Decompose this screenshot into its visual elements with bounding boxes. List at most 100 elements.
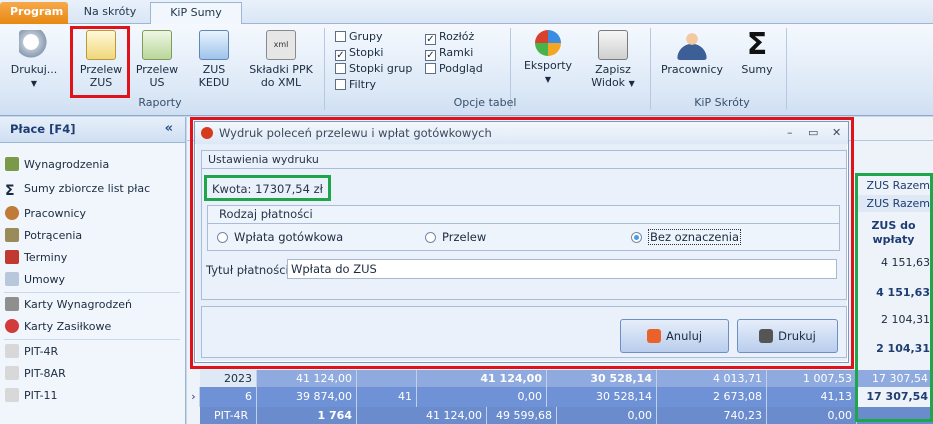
zus-kedu-label-1: ZUS <box>202 63 226 76</box>
grid-cell: 41,13 <box>767 387 857 407</box>
employee-icon <box>5 206 19 220</box>
employees-icon <box>677 30 707 60</box>
grid-cell: 41 124,00 <box>357 387 417 423</box>
skladki-ppk-button[interactable]: xml Składki PPK do XML <box>247 28 315 89</box>
zus-kedu-label-2: KEDU <box>198 76 230 89</box>
checkbox-ramki[interactable]: ✓ Ramki <box>425 46 473 61</box>
nav-pracownicy[interactable]: Pracownicy <box>5 206 86 222</box>
grid-cell: 1 007,53 <box>767 370 857 387</box>
document-icon <box>5 366 19 380</box>
print-label: Drukuj... <box>10 63 58 76</box>
nav-divider <box>4 339 180 340</box>
sumy-button[interactable]: Σ Sumy <box>736 27 778 77</box>
ribbon-separator <box>324 28 325 110</box>
eksporty-button[interactable]: Eksporty ▼ <box>520 28 576 86</box>
nav-label: Umowy <box>24 273 66 286</box>
highlight-przelew-zus <box>70 26 130 98</box>
checkbox-label: Podgląd <box>439 62 483 75</box>
checkbox-label: Filtry <box>349 78 376 91</box>
grid-cell: 30 528,14 <box>547 370 657 387</box>
nav-terminy[interactable]: Terminy <box>5 250 67 266</box>
nav-sumy-zbiorcze[interactable]: Σ Sumy zbiorcze list płac <box>5 181 150 198</box>
collapse-icon[interactable]: « <box>165 117 173 141</box>
checkbox-stopki-grup[interactable]: Stopki grup <box>335 62 412 77</box>
grid-cell: 0,00 <box>417 387 547 407</box>
zapisz-label-1: Zapisz <box>595 63 631 76</box>
tab-na-skroty[interactable]: Na skróty <box>73 2 147 24</box>
wages-icon <box>5 157 19 171</box>
grid-cell: 39 874,00 <box>257 387 357 407</box>
eksporty-label: Eksporty <box>523 59 573 72</box>
benefit-card-icon <box>5 319 19 333</box>
contract-icon <box>5 272 19 286</box>
grid-cell: 740,23 <box>657 407 767 424</box>
table-row[interactable]: › 6 39 874,00 41 124,00 0,00 30 528,14 2… <box>188 387 933 423</box>
zapisz-widok-button[interactable]: Zapisz Widok ▼ <box>586 28 640 90</box>
grid-cell: PIT-4R <box>200 407 257 424</box>
checkbox-rozloz[interactable]: ✓ Rozłóż <box>425 30 474 45</box>
ribbon-separator <box>786 28 787 110</box>
tab-program[interactable]: Program <box>0 2 68 24</box>
przelew-us-label-1: Przelew <box>135 63 179 76</box>
xml-icon: xml <box>266 30 296 60</box>
nav-umowy[interactable]: Umowy <box>5 272 65 288</box>
grid-cell: 41 124,00 <box>357 407 487 424</box>
checkbox-label: Grupy <box>349 30 383 43</box>
calculator-icon <box>199 30 229 60</box>
us-transfer-icon <box>142 30 172 60</box>
checkmark-icon: ✓ <box>425 50 436 61</box>
checkbox-podglad[interactable]: Podgląd <box>425 62 483 77</box>
zus-kedu-button[interactable]: ZUS KEDU <box>192 28 236 89</box>
document-icon <box>5 388 19 402</box>
nav-potracenia[interactable]: Potrącenia <box>5 228 82 244</box>
ppk-label-1: Składki PPK <box>249 63 313 76</box>
nav-karty-wynagrodzen[interactable]: Karty Wynagrodzeń <box>5 297 132 313</box>
nav-label: PIT-8AR <box>24 367 66 380</box>
calendar-icon <box>5 250 19 264</box>
checkbox-box <box>335 31 346 42</box>
checkbox-box <box>335 63 346 74</box>
nav-karty-zasilkowe[interactable]: Karty Zasiłkowe <box>5 319 111 335</box>
group-label-opcje-tabel: Opcje tabel <box>453 96 517 109</box>
document-icon <box>5 344 19 358</box>
nav-label: Wynagrodzenia <box>24 158 110 171</box>
grid-cell: 41 124,00 <box>417 370 547 387</box>
nav-pit-11[interactable]: PIT-11 <box>5 388 58 404</box>
ribbon: Drukuj... ▼ Przelew ZUS Przelew US ZUS K… <box>0 24 933 116</box>
sumy-label: Sumy <box>741 63 773 76</box>
nav-divider <box>4 292 180 293</box>
tab-kip-sumy-list[interactable]: KiP Sumy List <box>150 2 242 39</box>
checkbox-label: Stopki grup <box>349 62 413 75</box>
checkbox-filtry[interactable]: Filtry <box>335 78 376 93</box>
grid-cell: 4 013,71 <box>657 370 767 387</box>
deductions-icon <box>5 228 19 242</box>
dropdown-icon: ▼ <box>544 75 552 84</box>
grid-cell: 30 528,14 <box>547 387 657 407</box>
checkbox-label: Ramki <box>439 46 474 59</box>
sigma-icon: Σ <box>746 27 768 62</box>
grid-cell: 2 673,08 <box>657 387 767 407</box>
table-row[interactable]: 2023 41 124,00 41 124,00 30 528,14 4 013… <box>200 370 933 387</box>
zapisz-label-2: Widok <box>591 76 626 89</box>
grid-cell: 1 764 <box>257 407 357 424</box>
print-button[interactable]: Drukuj... ▼ <box>8 28 60 90</box>
checkbox-stopki[interactable]: ✓ Stopki <box>335 46 383 61</box>
nav-wynagrodzenia[interactable]: Wynagrodzenia <box>5 157 109 173</box>
table-row[interactable]: PIT-4R 1 764 41 124,00 49 599,68 0,00 74… <box>200 407 933 424</box>
checkbox-grupy[interactable]: Grupy <box>335 30 383 45</box>
nav-pit-4r[interactable]: PIT-4R <box>5 344 58 360</box>
przelew-us-button[interactable]: Przelew US <box>133 28 181 89</box>
pracownicy-button[interactable]: Pracownicy <box>660 28 724 76</box>
ribbon-tab-bar: Program Na skróty KiP Sumy List <box>0 0 933 39</box>
group-label-kip-skroty: KiP Skróty <box>694 96 750 109</box>
nav-label: PIT-11 <box>24 389 58 402</box>
nav-pit-8ar[interactable]: PIT-8AR <box>5 366 66 382</box>
przelew-us-label-2: US <box>149 76 165 89</box>
highlight-zus-column <box>855 173 933 422</box>
dropdown-icon: ▼ <box>30 79 38 88</box>
nav-label: Pracownicy <box>24 207 87 220</box>
wage-card-icon <box>5 297 19 311</box>
grid-cell: 0,00 <box>557 407 657 424</box>
dropdown-icon: ▼ <box>628 79 635 88</box>
left-panel-header: Płace [F4] « <box>0 117 185 143</box>
